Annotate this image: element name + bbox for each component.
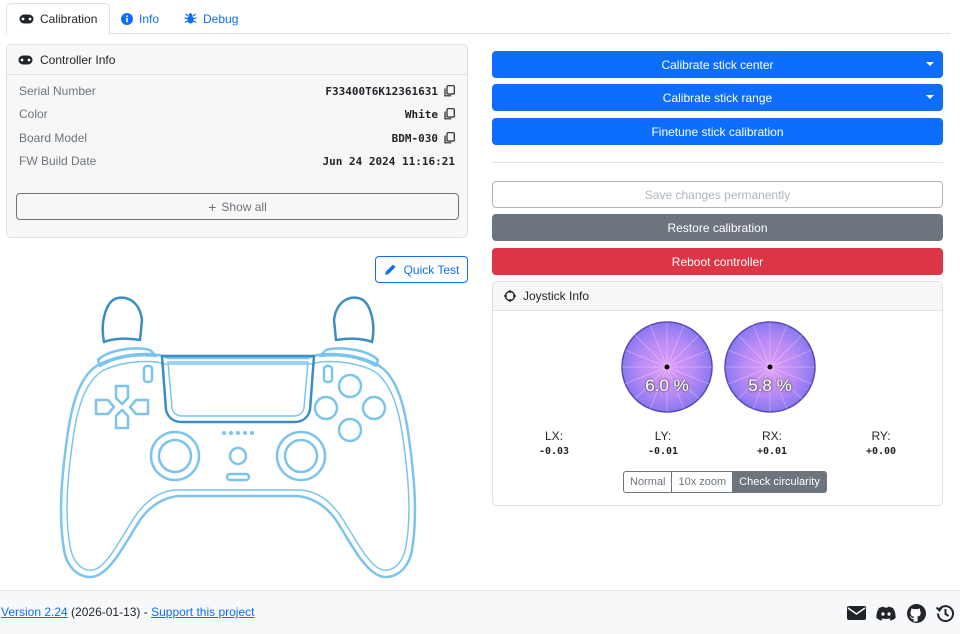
divider [492, 162, 943, 163]
joystick-info-header: Joystick Info [493, 282, 942, 311]
controller-info-card: Controller Info Serial Number F33400T6K1… [6, 44, 468, 238]
tab-label: Debug [203, 11, 239, 26]
dpad-left [94, 398, 116, 416]
mode-zoom-button[interactable]: 10x zoom [672, 471, 734, 493]
footer: Version 2.24 (2026-01-13) - Support this… [0, 590, 960, 634]
axis-label-ly: LY: [654, 429, 672, 443]
info-row-board: Board Model BDM-030 [19, 129, 455, 147]
quick-test-label: Quick Test [403, 262, 460, 277]
tab-label: Info [139, 11, 160, 26]
info-value: BDM-030 [391, 131, 438, 145]
options-button [322, 364, 334, 384]
triangle-button [337, 373, 363, 399]
support-link[interactable]: Support this project [151, 605, 254, 619]
info-key: FW Build Date [19, 154, 97, 168]
axis-value-ry: +0.00 [865, 446, 897, 457]
ps-button [228, 446, 248, 466]
bug-icon [184, 12, 197, 25]
button-label: Save changes permanently [644, 187, 791, 202]
dpad-right [128, 398, 150, 416]
right-stick-visualizer: 5.8 % [724, 321, 816, 413]
copy-icon[interactable] [444, 108, 455, 120]
show-all-label: Show all [221, 199, 267, 214]
card-title: Joystick Info [523, 289, 590, 303]
button-label: Calibrate stick range [662, 90, 773, 105]
button-label: Reboot controller [671, 254, 764, 269]
left-stick-percent: 6.0 % [645, 376, 689, 395]
right-stick [283, 438, 319, 474]
dpad-down [114, 408, 130, 430]
plus-icon: + [208, 198, 217, 215]
info-value: White [404, 107, 438, 121]
square-button [313, 395, 339, 421]
circle-button [361, 395, 387, 421]
axis-label-ry: RY: [871, 429, 891, 443]
button-label: Calibrate stick center [661, 57, 774, 72]
info-value: Jun 24 2024 11:16:21 [322, 154, 455, 168]
left-stick [157, 438, 193, 474]
gamepad-icon [19, 14, 34, 24]
mic-button [225, 472, 251, 482]
mail-icon[interactable] [846, 603, 866, 623]
save-permanently-button[interactable]: Save changes permanently [492, 181, 943, 208]
controller-info-header: Controller Info [7, 45, 467, 75]
dropdown-caret-icon[interactable] [926, 62, 934, 66]
info-key: Serial Number [19, 84, 96, 98]
show-all-button[interactable]: + Show all [16, 193, 459, 220]
info-row-color: Color White [19, 105, 455, 123]
history-icon[interactable] [935, 603, 955, 623]
info-value: F33400T6K12361631 [325, 84, 438, 98]
cross-button [337, 417, 363, 443]
release-date: (2026-01-13) - [67, 605, 152, 619]
crosshair-icon [504, 290, 516, 302]
footer-text: Version 2.24 (2026-01-13) - Support this… [1, 605, 254, 619]
info-row-serial: Serial Number F33400T6K12361631 [19, 82, 455, 100]
info-row-fw-date: FW Build Date Jun 24 2024 11:16:21 [19, 152, 455, 170]
right-stick-percent: 5.8 % [748, 376, 792, 395]
quick-test-button[interactable]: Quick Test [375, 256, 468, 283]
tab-debug[interactable]: Debug [172, 3, 250, 34]
info-key: Color [19, 107, 48, 121]
finetune-button[interactable]: Finetune stick calibration [492, 118, 943, 145]
mode-circularity-button[interactable]: Check circularity [733, 471, 827, 493]
axis-value-rx: +0.01 [756, 446, 788, 457]
mode-normal-button[interactable]: Normal [623, 471, 673, 493]
tab-bar: Calibration Info Debug [6, 0, 950, 35]
info-key: Board Model [19, 131, 88, 145]
touchpad [160, 354, 316, 424]
card-title: Controller Info [40, 52, 116, 67]
version-link[interactable]: Version 2.24 [1, 605, 68, 619]
github-icon[interactable] [906, 603, 926, 623]
controller-illustration [58, 292, 418, 582]
player-leds [222, 431, 254, 435]
info-icon [121, 12, 133, 25]
dpad-up [114, 384, 130, 406]
calibrate-center-button[interactable]: Calibrate stick center [492, 51, 943, 78]
restore-calibration-button[interactable]: Restore calibration [492, 214, 943, 241]
axis-value-ly: -0.01 [647, 446, 679, 457]
l2-trigger [101, 296, 144, 344]
tab-info[interactable]: Info [109, 3, 171, 34]
axis-label-rx: RX: [761, 429, 782, 443]
discord-icon[interactable] [876, 603, 896, 623]
tab-label: Calibration [40, 12, 98, 26]
calibrate-range-button[interactable]: Calibrate stick range [492, 84, 943, 111]
axis-label-lx: LX: [544, 429, 563, 443]
button-label: Restore calibration [667, 220, 768, 235]
tab-calibration[interactable]: Calibration [6, 3, 111, 35]
axis-value-lx: -0.03 [538, 446, 570, 457]
joystick-info-card: Joystick Info 6.0 % 5.8 % LX: -0.03 LY: … [492, 281, 943, 506]
dropdown-caret-icon[interactable] [926, 95, 934, 99]
button-label: Finetune stick calibration [651, 124, 784, 139]
gamepad-icon [18, 55, 33, 65]
create-button [142, 364, 154, 384]
copy-icon[interactable] [444, 132, 455, 144]
r2-trigger [332, 296, 375, 344]
pencil-icon [384, 263, 397, 276]
left-stick-visualizer: 6.0 % [621, 321, 713, 413]
copy-icon[interactable] [444, 85, 455, 97]
view-mode-group: Normal 10x zoom Check circularity [623, 471, 827, 493]
reboot-controller-button[interactable]: Reboot controller [492, 248, 943, 275]
